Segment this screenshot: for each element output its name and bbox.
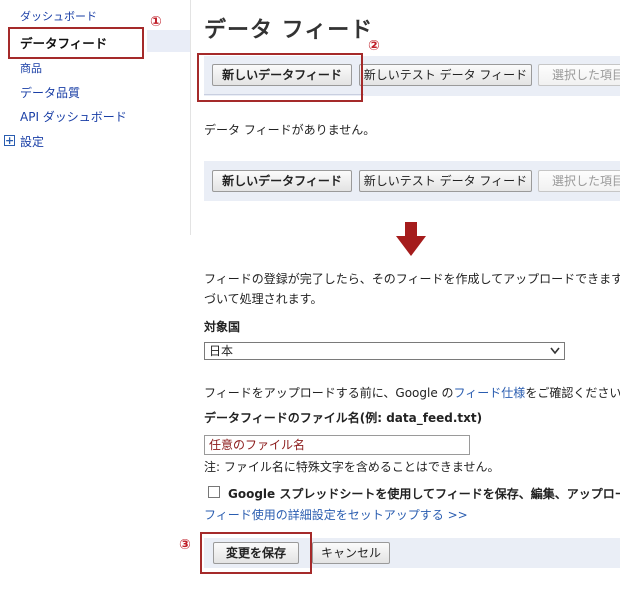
selected-items-button-2[interactable]: 選択した項目 bbox=[538, 170, 620, 192]
callout-box-2 bbox=[197, 53, 363, 102]
sidebar-item-settings[interactable]: 設定 bbox=[20, 133, 44, 150]
sidebar-selected-strip bbox=[147, 30, 190, 52]
filename-input[interactable]: 任意のファイル名 bbox=[204, 435, 470, 455]
annotation-marker-2: ② bbox=[368, 38, 380, 54]
sidebar-item-api-dashboard[interactable]: API ダッシュボード bbox=[20, 108, 127, 125]
info-text-line1: フィードの登録が完了したら、そのフィードを作成してアップロードできます。フ bbox=[204, 272, 620, 286]
advanced-setup-link[interactable]: フィード使用の詳細設定をセットアップする >> bbox=[204, 506, 468, 523]
filename-note: 注: ファイル名に特殊文字を含めることはできません。 bbox=[204, 460, 500, 474]
target-country-select[interactable]: 日本 bbox=[204, 342, 565, 360]
sidebar-divider bbox=[190, 0, 191, 235]
new-data-feed-button-2[interactable]: 新しいデータフィード bbox=[212, 170, 352, 192]
annotation-marker-1: ① bbox=[150, 14, 162, 30]
cancel-button[interactable]: キャンセル bbox=[312, 542, 390, 564]
spreadsheet-label: Google スプレッドシートを使用してフィードを保存、編集、アップロードす bbox=[228, 487, 620, 501]
page-title: データ フィード bbox=[204, 18, 374, 43]
sidebar-item-dashboard[interactable]: ダッシュボード bbox=[20, 8, 97, 24]
new-test-data-feed-button-2[interactable]: 新しいテスト データ フィード bbox=[359, 170, 532, 192]
new-test-data-feed-button[interactable]: 新しいテスト データ フィード bbox=[359, 64, 532, 86]
selected-items-button[interactable]: 選択した項目 bbox=[538, 64, 620, 86]
sidebar-item-data-quality[interactable]: データ品質 bbox=[20, 84, 80, 101]
target-country-label: 対象国 bbox=[204, 320, 241, 334]
empty-message: データ フィードがありません。 bbox=[204, 123, 376, 137]
expand-plus-icon[interactable]: + bbox=[4, 135, 15, 146]
callout-box-3 bbox=[200, 532, 312, 574]
spreadsheet-checkbox[interactable] bbox=[208, 486, 220, 498]
spec-text: フィードをアップロードする前に、Google のフィード仕様をご確認ください。 bbox=[204, 384, 620, 401]
bottom-toolbar: 新しいデータフィード 新しいテスト データ フィード 選択した項目 bbox=[204, 161, 620, 201]
spec-suffix: をご確認ください。 bbox=[525, 386, 620, 400]
target-country-value: 日本 bbox=[209, 344, 234, 358]
spec-prefix: フィードをアップロードする前に、Google の bbox=[204, 386, 454, 400]
chevron-down-icon bbox=[550, 347, 560, 355]
callout-box-1 bbox=[8, 27, 144, 59]
down-arrow-icon bbox=[396, 222, 426, 256]
feed-spec-link[interactable]: フィード仕様 bbox=[454, 386, 526, 400]
annotation-marker-3: ③ bbox=[179, 537, 191, 553]
filename-label: データフィードのファイル名(例: data_feed.txt) bbox=[204, 411, 483, 425]
sidebar-item-products[interactable]: 商品 bbox=[20, 60, 42, 76]
info-text-line2: づいて処理されます。 bbox=[204, 292, 323, 306]
